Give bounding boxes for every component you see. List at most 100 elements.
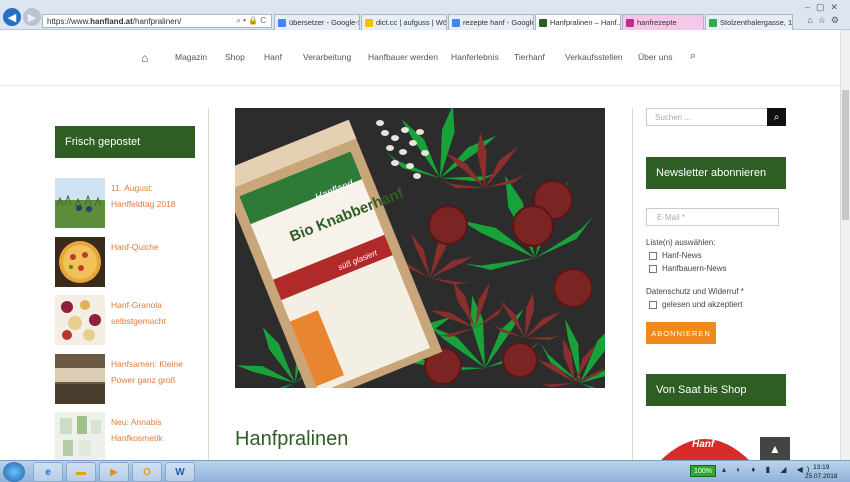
tab-google-translate[interactable]: übersetzer - Google-Su... [274,14,360,30]
nav-hanf[interactable]: Hanf [264,52,282,62]
list-item[interactable]: Hanfsamen: Kleine Power ganz groß [55,354,195,404]
back-button[interactable]: ◀ [3,8,21,26]
post-thumbnail [55,178,105,228]
nav-hanferlebnis[interactable]: Hanferlebnis [451,52,499,62]
site-navigation: ⌂ Magazin Shop Hanf Verarbeitung Hanfbau… [0,30,840,86]
battery-indicator[interactable]: 100% [690,465,716,477]
nav-verarbeitung[interactable]: Verarbeitung [303,52,351,62]
scrollbar-thumb[interactable] [842,90,849,220]
post-title-line: Hanfkosmetik [111,433,163,443]
post-title-line: Hanffeldtag 2018 [111,199,176,209]
post-thumbnail [55,412,105,462]
post-title[interactable]: Hanf-Quiche [111,239,159,255]
media-player-taskbar-icon[interactable]: ▶ [99,462,129,482]
outlook-icon: O [143,466,151,478]
nav-ueber-uns[interactable]: Über uns [638,52,673,62]
page-scrollbar[interactable] [840,30,850,460]
post-title[interactable]: 11. August: Hanffeldtag 2018 [111,180,176,212]
subscribe-button[interactable]: ABONNIEREN [646,322,716,344]
nav-magazin[interactable]: Magazin [175,52,207,62]
start-button[interactable] [3,462,25,482]
post-title-line: Hanf-Quiche [111,242,159,252]
hanf-news-checkbox[interactable] [649,252,657,260]
explorer-taskbar-icon[interactable]: ▬ [66,462,96,482]
tab-dict[interactable]: dict.cc | aufguss | Wört... [361,14,447,30]
chevron-up-icon: ▲ [769,442,781,456]
search-icon[interactable]: ⌕ [690,50,696,63]
hanfbauern-news-label: Hanfbauern-News [662,264,727,273]
sidebar-search-input[interactable]: Suchen ... [646,108,768,126]
hanf-news-label: Hanf-News [662,251,702,260]
post-title[interactable]: Neu: Annabis Hanfkosmetik [111,414,163,446]
post-title-line: selbstgemacht [111,316,166,326]
tab-label: rezepte hanf - Google-... [463,18,533,27]
page-title: Hanfpralinen [235,428,349,450]
clock[interactable]: 13:19 25.07.2018 [805,463,838,481]
clock-date: 25.07.2018 [805,473,838,480]
newsletter-title: Newsletter abonnieren [646,157,786,189]
folder-icon: ▬ [76,466,86,478]
post-title[interactable]: Hanfsamen: Kleine Power ganz groß [111,356,183,388]
hanfland-shop-logo[interactable]: Hanf [655,425,755,461]
post-title-line: Neu: Annabis [111,417,162,427]
ie-taskbar-icon[interactable]: e [33,462,63,482]
tab-label: dict.cc | aufguss | Wört... [376,18,447,27]
system-tray-icons[interactable]: ▴ ◐ ♦ ▮ ◢ ◀) [722,465,813,474]
address-bar-icons[interactable]: ⌕▾🔒C [236,16,268,26]
hanfbauern-news-checkbox[interactable] [649,265,657,273]
word-taskbar-icon[interactable]: W [165,462,195,482]
post-title-line: Hanf-Granola [111,300,163,310]
tab-hanfpralinen[interactable]: Hanfpralinen – Hanf... × [535,14,621,30]
nav-shop[interactable]: Shop [225,52,245,62]
address-bar[interactable]: https://www. hanfland.at/hanfpralinen/ ⌕▾… [42,14,272,28]
dict-icon [365,18,373,27]
tab-rezepte-hanf[interactable]: rezepte hanf - Google-... [448,14,534,30]
outlook-taskbar-icon[interactable]: O [132,462,162,482]
post-thumbnail [55,237,105,287]
nav-verkaufsstellen[interactable]: Verkaufsstellen [565,52,623,62]
post-thumbnail [55,354,105,404]
lists-label: Liste(n) auswählen: [646,238,716,247]
nav-tierhanf[interactable]: Tierhanf [514,52,545,62]
tab-maps[interactable]: Stolzenthalergasse, 108... [705,14,793,30]
url-prefix: https://www. [47,16,91,26]
list-item[interactable]: Hanf-Quiche [55,237,195,287]
privacy-checkbox[interactable] [649,301,657,309]
windows-taskbar: e ▬ ▶ O W 100% ▴ ◐ ♦ ▮ ◢ ◀) 13:19 25.07.2… [0,460,850,482]
google-icon [452,18,460,27]
home-icon[interactable]: ⌂ [141,51,148,65]
email-field[interactable]: E-Mail * [646,208,779,226]
clock-time: 13:19 [813,464,830,471]
browser-toolbar-icons[interactable]: ⌂☆⚙ [807,15,844,26]
search-icon: ⌕ [773,111,780,123]
nav-hanfbauer-werden[interactable]: Hanfbauer werden [368,52,438,62]
tab-label: Hanfpralinen – Hanf... × [550,18,621,27]
list-item[interactable]: 11. August: Hanffeldtag 2018 [55,178,195,228]
post-thumbnail [55,295,105,345]
shop-widget-title: Von Saat bis Shop [646,374,786,406]
internet-explorer-icon: e [45,466,51,478]
list-item[interactable]: Hanf-Granola selbstgemacht [55,295,195,345]
shop-logo-text: Hanf [692,439,716,450]
recent-posts-title: Frisch gepostet [55,126,195,158]
tab-label: übersetzer - Google-Su... [289,18,359,27]
browser-chrome: ◀ ▶ https://www. hanfland.at/hanfpralinen… [0,0,850,30]
window-controls[interactable]: –▢✕ [805,2,844,13]
maps-icon [709,18,717,27]
tab-hanfrezepte[interactable]: hanfrezepte [622,14,704,30]
tab-label: hanfrezepte [637,18,677,27]
sidebar-search-button[interactable]: ⌕ [767,108,786,126]
post-title-line: Power ganz groß [111,375,176,385]
column-divider-right [632,108,633,460]
privacy-label: Datenschutz und Widerruf * [646,287,744,296]
column-divider-left [208,108,209,460]
post-title-line: Hanfsamen: Kleine [111,359,183,369]
play-icon: ▶ [110,466,118,478]
list-item[interactable]: Neu: Annabis Hanfkosmetik [55,412,195,462]
tab-label: Stolzenthalergasse, 108... [720,18,793,27]
back-to-top-button[interactable]: ▲ [760,437,790,461]
forward-button[interactable]: ▶ [23,8,41,26]
hanfland-icon [539,18,547,27]
post-title[interactable]: Hanf-Granola selbstgemacht [111,297,166,329]
hero-image: Bio Knabberhanf Hanfland süß glasiert [235,108,605,388]
